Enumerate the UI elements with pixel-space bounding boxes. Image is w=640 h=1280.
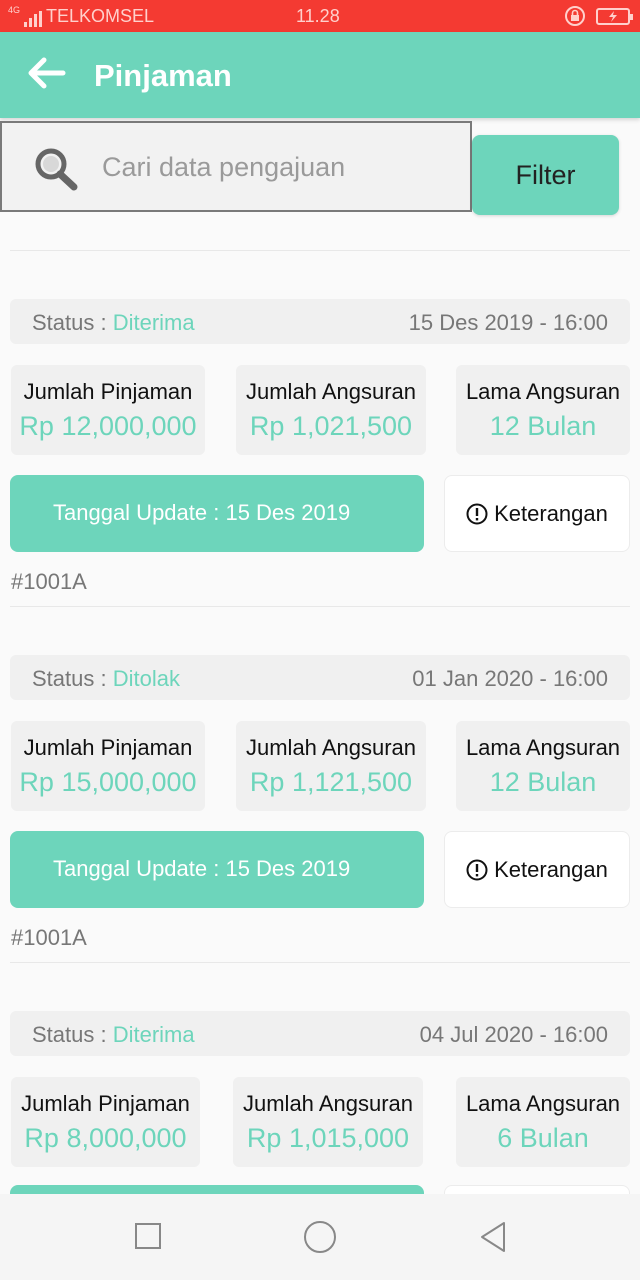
status-value: Diterima: [112, 310, 195, 335]
stat-jumlah-angsuran: Jumlah Angsuran Rp 1,121,500: [236, 721, 426, 811]
search-input[interactable]: [102, 145, 442, 189]
stat-label: Jumlah Angsuran: [246, 379, 416, 404]
back-arrow-icon[interactable]: [26, 56, 66, 90]
status-row: Status : Diterima 15 Des 2019 - 16:00: [10, 299, 630, 344]
stat-value: Rp 1,021,500: [249, 411, 413, 441]
navigation-bar: [0, 1194, 640, 1280]
stat-jumlah-pinjaman: Jumlah Pinjaman Rp 8,000,000: [11, 1077, 200, 1167]
status-row: Status : Ditolak 01 Jan 2020 - 16:00: [10, 655, 630, 700]
stat-label: Jumlah Angsuran: [246, 735, 416, 760]
stat-jumlah-pinjaman: Jumlah Pinjaman Rp 15,000,000: [11, 721, 205, 811]
stat-jumlah-angsuran: Jumlah Angsuran Rp 1,021,500: [236, 365, 426, 455]
stat-label: Jumlah Angsuran: [243, 1091, 413, 1116]
signal-icon: [24, 11, 43, 27]
update-date-button[interactable]: [10, 1185, 424, 1194]
carrier-info: 4G TELKOMSEL: [8, 6, 154, 27]
back-icon[interactable]: [478, 1220, 508, 1254]
stat-label: Jumlah Pinjaman: [23, 735, 193, 760]
stat-jumlah-pinjaman: Jumlah Pinjaman Rp 12,000,000: [11, 365, 205, 455]
loan-card: Status : Diterima 04 Jul 2020 - 16:00 Ju…: [0, 963, 640, 1194]
stat-label: Jumlah Pinjaman: [23, 379, 193, 404]
stat-value: Rp 1,015,000: [246, 1123, 410, 1153]
stat-value: 6 Bulan: [497, 1123, 589, 1153]
status-bar: 4G TELKOMSEL 11.28: [0, 0, 640, 32]
app-bar: Pinjaman: [0, 32, 640, 118]
search-icon: [35, 148, 78, 191]
info-icon: [466, 503, 488, 524]
submission-date: 15 Des 2019 - 16:00: [408, 310, 608, 335]
network-type: 4G: [8, 5, 21, 15]
status-label: Status :: [32, 310, 113, 335]
rotation-lock-icon: [565, 6, 585, 26]
status-row: Status : Diterima 04 Jul 2020 - 16:00: [10, 1011, 630, 1056]
recent-apps-icon[interactable]: [134, 1222, 162, 1250]
loan-list[interactable]: Status : Diterima 15 Des 2019 - 16:00 Ju…: [0, 232, 640, 1194]
search-box[interactable]: [0, 121, 472, 212]
status-text: Status : Diterima: [32, 1022, 195, 1048]
update-date-button[interactable]: Tanggal Update : 15 Des 2019: [10, 475, 424, 552]
page-title: Pinjaman: [94, 58, 232, 93]
keterangan-label: Keterangan: [494, 856, 608, 882]
status-value: Diterima: [112, 1022, 195, 1047]
loan-id: #1001A: [11, 925, 87, 950]
status-text: Status : Diterima: [32, 310, 195, 336]
submission-date: 01 Jan 2020 - 16:00: [412, 666, 608, 691]
keterangan-button[interactable]: [444, 1185, 630, 1194]
loan-card: Status : Ditolak 01 Jan 2020 - 16:00 Jum…: [0, 607, 640, 962]
stat-value: 12 Bulan: [489, 411, 597, 441]
keterangan-button[interactable]: Keterangan: [444, 475, 630, 552]
update-date-button[interactable]: Tanggal Update : 15 Des 2019: [10, 831, 424, 908]
keterangan-label: Keterangan: [494, 500, 608, 526]
carrier-name: TELKOMSEL: [46, 6, 155, 26]
stat-value: 12 Bulan: [489, 767, 597, 797]
status-value: Ditolak: [112, 666, 180, 691]
status-label: Status :: [32, 1022, 113, 1047]
home-icon[interactable]: [303, 1220, 337, 1254]
loan-card: Status : Diterima 15 Des 2019 - 16:00 Ju…: [0, 251, 640, 606]
stat-label: Lama Angsuran: [465, 735, 621, 760]
status-text: Status : Ditolak: [32, 666, 180, 692]
submission-date: 04 Jul 2020 - 16:00: [419, 1022, 608, 1047]
stat-lama-angsuran: Lama Angsuran 12 Bulan: [456, 365, 630, 455]
filter-button[interactable]: Filter: [472, 135, 619, 215]
stat-label: Lama Angsuran: [465, 1091, 621, 1116]
clock: 11.28: [296, 6, 340, 26]
stat-lama-angsuran: Lama Angsuran 12 Bulan: [456, 721, 630, 811]
loan-id: #1001A: [11, 569, 87, 594]
stat-value: Rp 8,000,000: [24, 1123, 187, 1153]
stat-value: Rp 1,121,500: [249, 767, 413, 797]
info-icon: [466, 859, 488, 880]
battery-icon: [596, 7, 633, 25]
status-label: Status :: [32, 666, 113, 691]
stat-value: Rp 12,000,000: [19, 411, 197, 441]
stat-jumlah-angsuran: Jumlah Angsuran Rp 1,015,000: [233, 1077, 423, 1167]
keterangan-button[interactable]: Keterangan: [444, 831, 630, 908]
stat-label: Jumlah Pinjaman: [21, 1091, 190, 1116]
stat-lama-angsuran: Lama Angsuran 6 Bulan: [456, 1077, 630, 1167]
stat-label: Lama Angsuran: [465, 379, 621, 404]
stat-value: Rp 15,000,000: [19, 767, 197, 797]
